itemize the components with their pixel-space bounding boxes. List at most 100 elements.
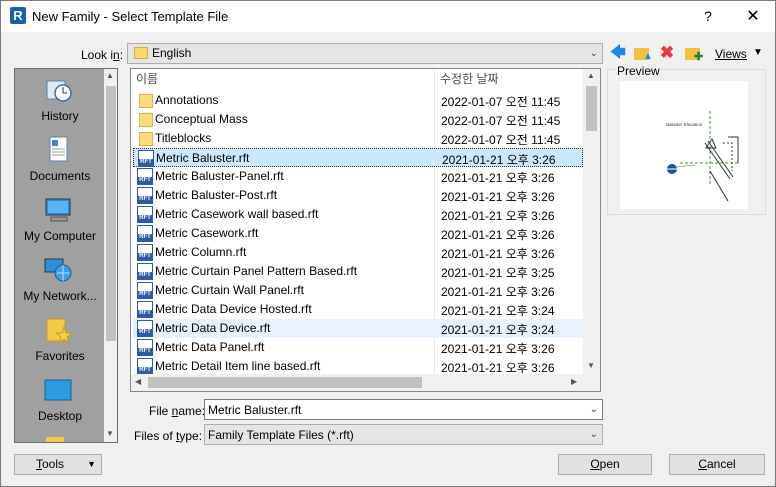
views-dropdown-icon[interactable]: ▼ (753, 47, 763, 58)
rft-file-icon (137, 358, 153, 375)
horizontal-scrollbar[interactable]: ◀ ▶ (131, 374, 583, 391)
back-arrow-icon[interactable]: 🡄 (608, 44, 628, 62)
chevron-down-icon: ⌄ (589, 429, 598, 440)
file-date: 2022-01-07 오전 11:45 (441, 95, 561, 109)
place-label: My Network... (23, 289, 97, 303)
look-in-value: English (152, 46, 192, 60)
rft-file-icon (137, 301, 153, 318)
file-row[interactable]: Metric Baluster.rft 2021-01-21 오후 3:26 (133, 148, 583, 167)
place-label: Favorites (35, 349, 85, 363)
place-desktop[interactable]: Desktop (15, 373, 105, 433)
tools-button[interactable]: Tools ▼ (14, 454, 102, 475)
file-date: 2021-01-21 오후 3:26 (441, 342, 555, 356)
file-row[interactable]: Metric Data Device.rft 2021-01-21 오후 3:24 (133, 319, 583, 338)
file-name-label: File name: (149, 404, 206, 418)
places-scrollbar[interactable]: ▲ ▼ (104, 69, 117, 442)
scroll-up-icon[interactable]: ▲ (106, 71, 114, 80)
file-name: Metric Baluster.rft (156, 151, 250, 165)
file-row[interactable]: Metric Curtain Wall Panel.rft 2021-01-21 … (133, 281, 583, 300)
file-row[interactable]: Metric Baluster-Panel.rft 2021-01-21 오후 3… (133, 167, 583, 186)
chevron-down-icon[interactable]: ⌄ (590, 400, 598, 419)
file-name: Metric Curtain Wall Panel.rft (155, 283, 304, 297)
folder-icon (134, 47, 148, 59)
file-name: Metric Casework.rft (155, 226, 259, 240)
history-icon (46, 80, 72, 102)
file-date: 2022-01-07 오전 11:45 (441, 133, 561, 147)
rft-file-icon (137, 282, 153, 299)
cancel-label: Cancel (698, 457, 736, 471)
file-row[interactable]: Metric Curtain Panel Pattern Based.rft 20… (133, 262, 583, 281)
file-row[interactable]: Metric Column.rft 2021-01-21 오후 3:26 (133, 243, 583, 262)
cancel-button[interactable]: Cancel (669, 454, 765, 475)
up-folder-icon[interactable]: ▲ (632, 44, 653, 62)
close-button[interactable]: ✕ (735, 4, 771, 29)
open-button[interactable]: Open (558, 454, 652, 475)
place-my-network[interactable]: My Network... (15, 253, 105, 313)
file-date: 2021-01-21 오후 3:24 (441, 323, 555, 337)
file-row[interactable]: Titleblocks 2022-01-07 오전 11:45 (133, 129, 583, 148)
files-of-type-value: Family Template Files (*.rft) (208, 428, 354, 442)
scroll-down-icon[interactable]: ▼ (106, 429, 114, 438)
views-label: Views (715, 47, 747, 61)
preview-caption: Baluster Elevation (666, 122, 703, 127)
file-date: 2022-01-07 오전 11:45 (441, 114, 561, 128)
column-header-name[interactable]: 이름 (136, 69, 158, 90)
scroll-thumb[interactable] (106, 86, 116, 341)
rft-file-icon (138, 150, 154, 167)
file-row[interactable]: Metric Casework wall based.rft 2021-01-21… (133, 205, 583, 224)
folder-icon (139, 132, 153, 146)
vertical-scrollbar[interactable]: ▲ ▼ (583, 69, 600, 374)
file-row[interactable]: Metric Baluster-Post.rft 2021-01-21 오후 3:… (133, 186, 583, 205)
place-documents[interactable]: Documents (15, 133, 105, 193)
files-of-type-dropdown[interactable]: Family Template Files (*.rft) ⌄ (204, 424, 603, 445)
file-name: Titleblocks (155, 131, 212, 145)
place-label: History (41, 109, 79, 123)
rft-file-icon (137, 168, 153, 185)
file-row[interactable]: Annotations 2022-01-07 오전 11:45 (133, 91, 583, 110)
column-header-date[interactable]: 수정한 날짜 (440, 69, 499, 90)
help-button[interactable]: ? (691, 4, 725, 29)
scroll-left-icon[interactable]: ◀ (135, 377, 141, 386)
window-title: New Family - Select Template File (32, 9, 229, 24)
scroll-down-icon[interactable]: ▼ (587, 361, 595, 370)
file-date: 2021-01-21 오후 3:26 (441, 247, 555, 261)
file-date: 2021-01-21 오후 3:26 (441, 209, 555, 223)
favorites-icon (46, 318, 73, 345)
partial-place-icon (46, 437, 64, 442)
scroll-right-icon[interactable]: ▶ (571, 377, 577, 386)
scroll-thumb[interactable] (586, 86, 597, 131)
file-row[interactable]: Conceptual Mass 2022-01-07 오전 11:45 (133, 110, 583, 129)
file-date: 2021-01-21 오후 3:25 (441, 266, 555, 280)
file-name: Metric Data Panel.rft (155, 340, 265, 354)
file-name: Metric Data Device.rft (155, 321, 271, 335)
file-name-input[interactable]: Metric Baluster.rft ⌄ (204, 399, 603, 420)
file-name: Metric Baluster-Post.rft (155, 188, 278, 202)
place-label: My Computer (23, 229, 97, 243)
file-name: Annotations (155, 93, 219, 107)
revit-app-icon: R (10, 7, 26, 24)
file-row[interactable]: Metric Casework.rft 2021-01-21 오후 3:26 (133, 224, 583, 243)
views-button[interactable]: Views (715, 47, 747, 61)
scroll-up-icon[interactable]: ▲ (587, 71, 595, 80)
computer-icon (45, 198, 71, 222)
file-dialog: R New Family - Select Template File ? ✕ … (0, 0, 776, 487)
place-my-computer[interactable]: My Computer (15, 193, 105, 253)
file-name: Metric Detail Item line based.rft (155, 359, 321, 373)
file-row[interactable]: Metric Data Panel.rft 2021-01-21 오후 3:26 (133, 338, 583, 357)
place-label: Documents (29, 169, 91, 183)
file-name: Metric Casework wall based.rft (155, 207, 319, 221)
places-bar: History Documents My Computer My Network… (14, 68, 118, 443)
delete-icon[interactable]: ✖ (657, 44, 677, 62)
new-folder-icon[interactable]: ✚ (683, 44, 703, 63)
look-in-dropdown[interactable]: English ⌄ (127, 43, 603, 64)
file-date: 2021-01-21 오후 3:26 (441, 228, 555, 242)
scroll-corner (583, 374, 600, 391)
file-name: Metric Baluster-Panel.rft (155, 169, 284, 183)
scroll-thumb[interactable] (148, 377, 422, 388)
rft-file-icon (137, 263, 153, 280)
place-favorites[interactable]: Favorites (15, 313, 105, 373)
file-row[interactable]: Metric Data Device Hosted.rft 2021-01-21 … (133, 300, 583, 319)
place-history[interactable]: History (15, 73, 105, 133)
open-label: Open (590, 457, 620, 471)
rft-file-icon (137, 187, 153, 204)
